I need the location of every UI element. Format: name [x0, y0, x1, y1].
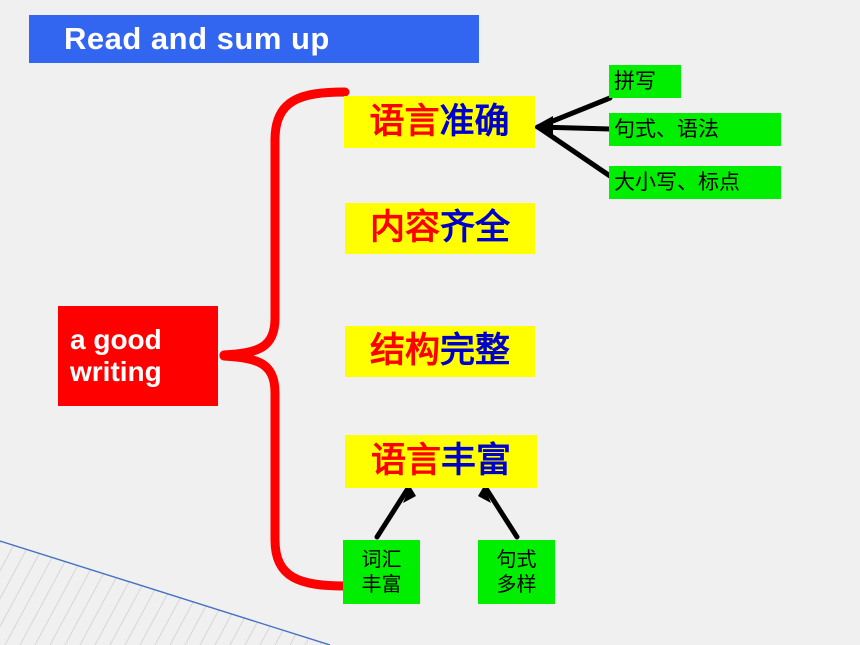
slide-canvas: Read and sum up a good writing 语言 准确 内容 齐全…: [0, 0, 860, 645]
page-title: Read and sum up: [64, 21, 330, 56]
branch-node-structure-complete[interactable]: 结构 完整: [345, 326, 535, 377]
detail-node-line-2: 多样: [496, 572, 537, 596]
red-brace-upper: [219, 87, 350, 360]
slide-title-banner: Read and sum up: [29, 15, 479, 63]
hatch-lines: [0, 541, 330, 645]
arrow-to-punctuation: [535, 124, 613, 179]
root-node-line-1: a good: [70, 323, 162, 355]
detail-node-varied-sentences[interactable]: 句式 多样: [478, 540, 555, 604]
arrow-head-sentence-variety: [478, 486, 491, 503]
detail-node-spelling[interactable]: 拼写: [609, 65, 681, 98]
detail-node-line-1: 词汇: [361, 547, 402, 571]
detail-node-line-1: 句式: [496, 547, 537, 571]
arrow-to-grammar: [535, 124, 613, 132]
arrow-to-sentence-variety: [484, 487, 520, 540]
detail-node-label: 句式、语法: [614, 117, 719, 142]
branch-text-part-b: 齐全: [440, 208, 511, 248]
detail-node-case-punctuation[interactable]: 大小写、标点: [609, 166, 781, 199]
root-node-line-2: writing: [70, 356, 162, 387]
root-node-a-good-writing[interactable]: a good writing: [58, 306, 218, 406]
detail-node-label: 拼写: [614, 69, 656, 94]
arrow-head-accuracy: [533, 116, 553, 139]
branch-node-language-rich[interactable]: 语言 丰富: [345, 435, 537, 488]
arrow-to-spelling: [535, 95, 613, 130]
corner-decoration: [0, 540, 330, 645]
detail-node-rich-vocabulary[interactable]: 词汇 丰富: [343, 540, 420, 604]
arrow-head-vocabulary: [403, 486, 416, 503]
arrow-to-vocabulary: [374, 487, 410, 540]
branch-text-part-a: 语言: [370, 441, 441, 481]
branch-text-part-a: 语言: [369, 101, 440, 142]
branch-text-part-a: 结构: [369, 331, 440, 371]
detail-node-line-2: 丰富: [361, 572, 402, 596]
decoration-edge-line: [0, 540, 330, 645]
branch-text-part-b: 丰富: [441, 441, 512, 481]
red-brace-lower: [219, 351, 350, 591]
detail-node-sentence-grammar[interactable]: 句式、语法: [609, 113, 781, 146]
branch-text-part-b: 准确: [439, 101, 510, 142]
branch-node-content-complete[interactable]: 内容 齐全: [345, 203, 535, 254]
detail-node-label: 大小写、标点: [614, 170, 740, 195]
branch-text-part-b: 完整: [440, 331, 511, 371]
branch-node-language-accurate[interactable]: 语言 准确: [344, 96, 535, 148]
branch-text-part-a: 内容: [369, 208, 440, 248]
